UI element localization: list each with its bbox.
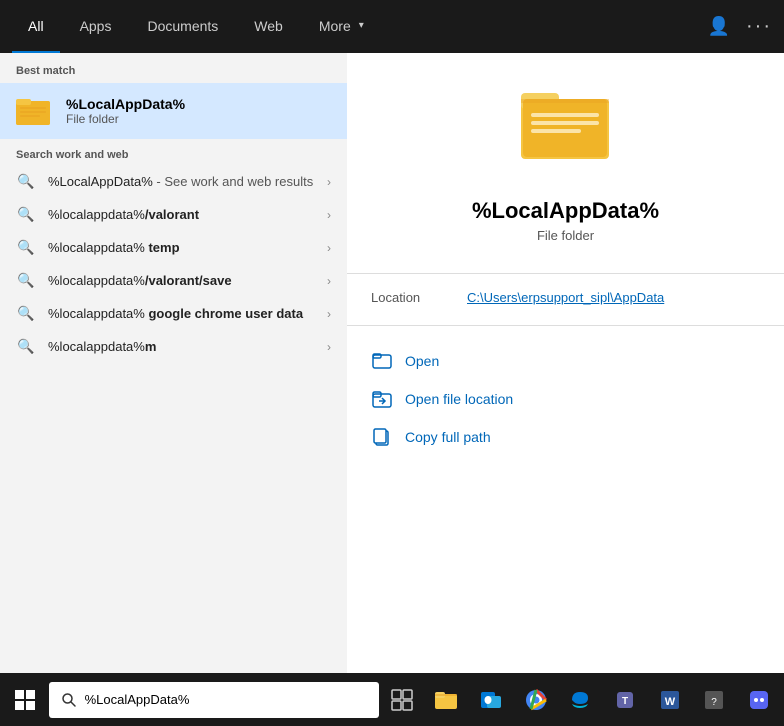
svg-text:?: ? (711, 697, 717, 708)
chevron-icon-6: › (327, 340, 331, 354)
search-item-4[interactable]: 🔍 %localappdata%/valorant/save › (0, 264, 347, 297)
search-item-5[interactable]: 🔍 %localappdata% google chrome user data… (0, 297, 347, 330)
search-icon-6: 🔍 (16, 338, 36, 355)
chrome-icon[interactable] (514, 678, 557, 722)
search-icon-5: 🔍 (16, 305, 36, 322)
location-label: Location (371, 290, 451, 305)
divider-1 (347, 273, 784, 274)
nav-right-icons: 👤 ··· (708, 15, 772, 38)
best-match-label: Best match (0, 53, 347, 83)
tab-all[interactable]: All (12, 0, 60, 53)
search-icon-2: 🔍 (16, 206, 36, 223)
start-button[interactable] (4, 678, 47, 722)
search-icon-1: 🔍 (16, 173, 36, 190)
file-explorer-icon[interactable] (425, 678, 468, 722)
copy-path-action[interactable]: Copy full path (371, 418, 760, 456)
tab-documents[interactable]: Documents (131, 0, 234, 53)
detail-type: File folder (537, 228, 594, 243)
search-icon-3: 🔍 (16, 239, 36, 256)
copy-icon (371, 426, 393, 448)
open-file-location-icon (371, 388, 393, 410)
open-file-location-label: Open file location (405, 391, 513, 407)
search-item-text-6: %localappdata%m (48, 339, 315, 354)
chevron-icon-4: › (327, 274, 331, 288)
chevron-icon-2: › (327, 208, 331, 222)
taskbar-search-input[interactable] (85, 692, 367, 707)
more-options-icon[interactable]: ··· (746, 15, 772, 38)
svg-text:T: T (622, 696, 628, 707)
location-path[interactable]: C:\Users\erpsupport_sipl\AppData (467, 290, 664, 305)
divider-2 (347, 325, 784, 326)
search-icon-4: 🔍 (16, 272, 36, 289)
word-icon[interactable]: W (648, 678, 691, 722)
chevron-icon-3: › (327, 241, 331, 255)
taskbar-search-bar[interactable] (49, 682, 379, 718)
search-section-label: Search work and web (0, 139, 347, 165)
open-action[interactable]: Open (371, 342, 760, 380)
detail-title: %LocalAppData% (472, 198, 659, 224)
top-nav: All Apps Documents Web More ▾ 👤 ··· (0, 0, 784, 53)
taskbar-search-icon (61, 692, 77, 708)
taskbar: T W ? (0, 673, 784, 726)
edge-icon[interactable] (559, 678, 602, 722)
search-item-text-5: %localappdata% google chrome user data (48, 306, 315, 321)
copy-full-path-label: Copy full path (405, 429, 491, 445)
open-file-location-action[interactable]: Open file location (371, 380, 760, 418)
location-row: Location C:\Users\erpsupport_sipl\AppDat… (347, 290, 784, 325)
best-match-item[interactable]: %LocalAppData% File folder (0, 83, 347, 139)
search-item-text-2: %localappdata%/valorant (48, 207, 315, 222)
chevron-icon-5: › (327, 307, 331, 321)
open-icon (371, 350, 393, 372)
discord-icon[interactable] (737, 678, 780, 722)
outlook-icon[interactable] (470, 678, 513, 722)
action-list: Open Open file location (347, 342, 784, 456)
tab-more[interactable]: More ▾ (303, 0, 380, 53)
best-match-text: %LocalAppData% File folder (66, 96, 185, 126)
search-item-2[interactable]: 🔍 %localappdata%/valorant › (0, 198, 347, 231)
search-item-1[interactable]: 🔍 %LocalAppData% - See work and web resu… (0, 165, 347, 198)
teams-icon[interactable]: T (604, 678, 647, 722)
right-panel: %LocalAppData% File folder Location C:\U… (347, 53, 784, 673)
tab-web[interactable]: Web (238, 0, 299, 53)
main-container: Best match %LocalAppData% File folder (0, 53, 784, 673)
task-view-icon[interactable] (381, 678, 424, 722)
search-item-3[interactable]: 🔍 %localappdata% temp › (0, 231, 347, 264)
chevron-down-icon: ▾ (359, 20, 364, 31)
search-item-text-4: %localappdata%/valorant/save (48, 273, 315, 288)
folder-icon (16, 93, 52, 129)
left-panel: Best match %LocalAppData% File folder (0, 53, 347, 673)
app-icon-gray[interactable]: ? (693, 678, 736, 722)
tab-apps[interactable]: Apps (64, 0, 128, 53)
user-icon[interactable]: 👤 (708, 16, 730, 37)
svg-text:W: W (664, 696, 675, 708)
open-label: Open (405, 353, 439, 369)
folder-large-icon (521, 83, 611, 182)
search-item-text-1: %LocalAppData% - See work and web result… (48, 174, 315, 189)
search-item-6[interactable]: 🔍 %localappdata%m › (0, 330, 347, 363)
chevron-icon-1: › (327, 175, 331, 189)
search-item-text-3: %localappdata% temp (48, 240, 315, 255)
